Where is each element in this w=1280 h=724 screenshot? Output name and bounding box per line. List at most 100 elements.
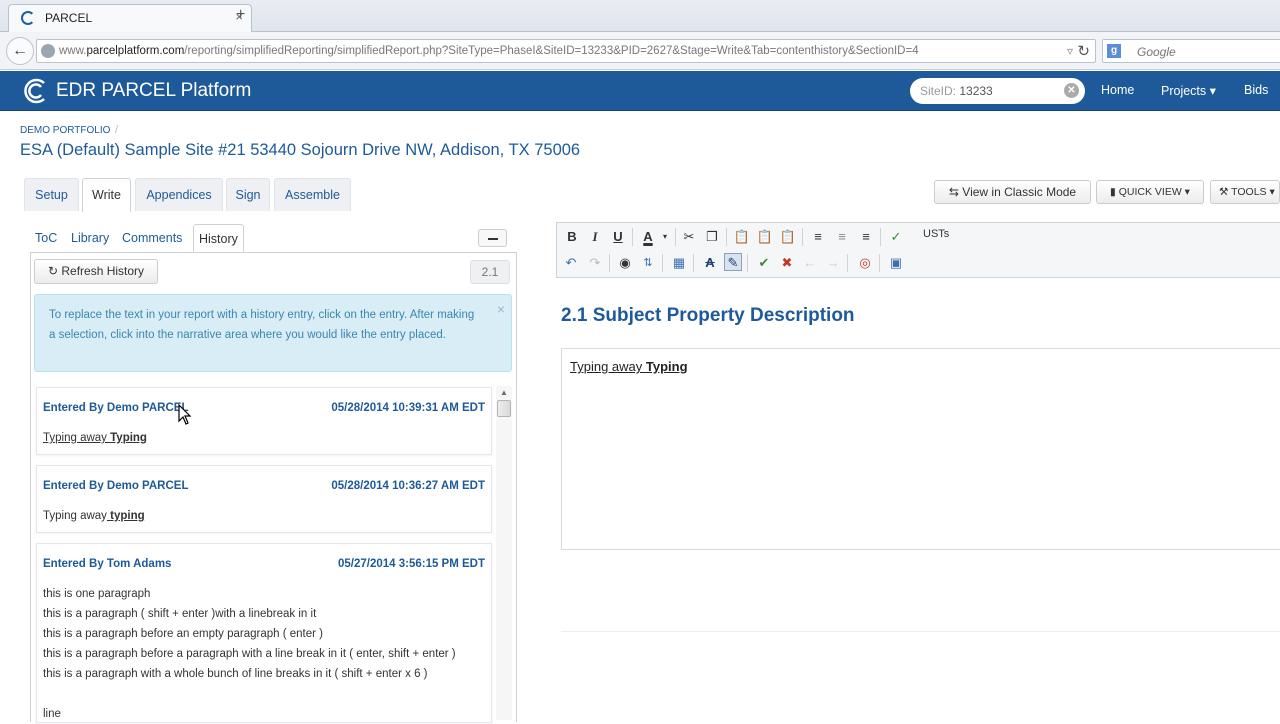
- search-placeholder: Google: [1137, 45, 1176, 59]
- entry-author: Entered By Demo PARCEL: [43, 480, 189, 492]
- collapse-panel-button[interactable]: [478, 229, 507, 247]
- view-classic-mode-button[interactable]: ⇆ View in Classic Mode: [934, 180, 1091, 204]
- nav-bids[interactable]: Bids: [1244, 83, 1268, 97]
- google-icon: g: [1107, 44, 1121, 58]
- entry-text: Typing away typing: [43, 510, 145, 522]
- quick-view-button[interactable]: ▮ QUICK VIEW ▾: [1096, 180, 1204, 204]
- entry-timestamp: 05/27/2014 3:56:15 PM EDT: [337, 558, 485, 570]
- siteid-value: 13233: [959, 84, 993, 98]
- parcel-logo-icon: [24, 78, 45, 104]
- minus-icon: [488, 238, 498, 240]
- url-text: www.parcelplatform.com/reporting/simplif…: [59, 45, 919, 57]
- find-icon[interactable]: ◉: [616, 254, 634, 272]
- wrench-icon: ⚒: [1219, 186, 1229, 198]
- accept-change-icon[interactable]: ✔: [755, 254, 773, 272]
- mouse-cursor-icon: [178, 404, 192, 425]
- history-scrollbar[interactable]: [496, 386, 512, 720]
- new-tab-button[interactable]: +: [236, 6, 245, 24]
- entry-timestamp: 05/28/2014 10:36:27 AM EDT: [331, 480, 485, 492]
- italic-icon[interactable]: I: [586, 228, 604, 246]
- font-color-dropdown-icon[interactable]: ▾: [656, 228, 674, 246]
- redo-icon[interactable]: ↷: [586, 254, 604, 272]
- paste-text-icon[interactable]: 📋: [756, 228, 774, 246]
- close-alert-icon[interactable]: ×: [497, 301, 505, 317]
- entry-author: Entered By Tom Adams: [43, 558, 172, 570]
- caret-down-icon: ▾: [1269, 186, 1275, 198]
- narrative-editor[interactable]: Typing away Typing: [561, 348, 1280, 550]
- siteid-filter[interactable]: SiteID: 13233 ✕: [910, 78, 1085, 104]
- bold-icon[interactable]: B: [563, 228, 581, 246]
- back-arrow-icon[interactable]: ←: [6, 37, 34, 65]
- section-heading: 2.1 Subject Property Description: [561, 305, 855, 326]
- tab-assemble[interactable]: Assemble: [274, 178, 351, 211]
- replace-icon[interactable]: ⇅: [639, 254, 657, 272]
- underline-icon[interactable]: U: [609, 228, 627, 246]
- track-changes-icon[interactable]: ✎: [724, 253, 742, 271]
- paste-word-icon[interactable]: 📋: [779, 228, 797, 246]
- strikethrough-icon[interactable]: A: [701, 254, 719, 272]
- browser-navbar: ← www.parcelplatform.com/reporting/simpl…: [0, 32, 1280, 70]
- history-entry[interactable]: Entered By Tom Adams 05/27/2014 3:56:15 …: [36, 543, 492, 723]
- clear-siteid-icon[interactable]: ✕: [1064, 83, 1079, 98]
- tab-appendices[interactable]: Appendices: [135, 178, 223, 211]
- reject-change-icon[interactable]: ✖: [778, 254, 796, 272]
- tab-toc[interactable]: ToC: [30, 224, 62, 252]
- browser-tab[interactable]: PARCEL ×: [8, 4, 252, 32]
- brand-title[interactable]: EDR PARCEL Platform: [56, 80, 251, 102]
- siteid-label: SiteID:: [920, 84, 957, 98]
- tab-history[interactable]: History: [193, 224, 244, 252]
- tab-library[interactable]: Library: [66, 224, 114, 252]
- editor-toolbar: B I U A ▾ ✂ ❐ 📋 📋 📋 ≡ ≡ ≡ ✓ USTs ↶ ↷ ◉ ⇅…: [556, 222, 1280, 278]
- scroll-up-arrow-icon[interactable]: ▲: [500, 388, 508, 397]
- browser-tab-title: PARCEL: [45, 11, 93, 25]
- section-number-badge: 2.1: [470, 260, 510, 284]
- bulleted-list-icon[interactable]: ≡: [809, 228, 827, 246]
- calendar-icon[interactable]: ▦: [670, 254, 688, 272]
- next-change-icon[interactable]: →: [824, 254, 842, 272]
- copy-icon[interactable]: ❐: [703, 228, 721, 246]
- tab-setup[interactable]: Setup: [24, 178, 79, 211]
- dropdown-arrow-icon[interactable]: ▿: [1067, 44, 1073, 58]
- nav-home[interactable]: Home: [1101, 83, 1134, 97]
- entry-text: this is one paragraph this is a paragrap…: [43, 588, 456, 720]
- prev-change-icon[interactable]: ←: [801, 254, 819, 272]
- address-bar[interactable]: www.parcelplatform.com/reporting/simplif…: [36, 39, 1096, 63]
- refresh-icon: ↻: [47, 264, 59, 278]
- parcel-favicon-icon: [21, 11, 35, 25]
- entry-text: Typing away Typing: [43, 432, 147, 444]
- info-alert: To replace the text in your report with …: [34, 294, 512, 372]
- breadcrumb[interactable]: DEMO PORTFOLIO: [20, 125, 110, 136]
- save-icon[interactable]: ▣: [887, 254, 905, 272]
- cut-icon[interactable]: ✂: [680, 228, 698, 246]
- search-bar[interactable]: g Google: [1102, 39, 1280, 63]
- indent-icon[interactable]: ≡: [857, 228, 875, 246]
- undo-icon[interactable]: ↶: [562, 254, 580, 272]
- page-title: ESA (Default) Sample Site #21 53440 Sojo…: [20, 141, 581, 159]
- info-message: To replace the text in your report with …: [49, 309, 475, 341]
- editor-content[interactable]: Typing away Typing: [570, 359, 688, 374]
- font-color-icon[interactable]: A: [639, 228, 657, 246]
- tab-write[interactable]: Write: [82, 178, 131, 212]
- refresh-history-button[interactable]: ↻ Refresh History: [34, 259, 158, 284]
- reload-icon[interactable]: ↻: [1077, 42, 1090, 60]
- help-lifebuoy-icon[interactable]: ◎: [856, 254, 874, 272]
- breadcrumb-separator: /: [115, 124, 119, 136]
- usts-button[interactable]: USTs: [923, 228, 949, 240]
- tab-sign[interactable]: Sign: [226, 178, 270, 211]
- paste-icon[interactable]: 📋: [733, 228, 751, 246]
- divider: [561, 631, 1280, 632]
- app-header: EDR PARCEL Platform SiteID: 13233 ✕ Home…: [0, 71, 1280, 111]
- outdent-icon[interactable]: ≡: [833, 228, 851, 246]
- document-icon: ▮: [1110, 186, 1116, 198]
- globe-icon: [41, 44, 55, 58]
- browser-tabbar: PARCEL × +: [0, 0, 1280, 32]
- caret-down-icon: ▾: [1184, 186, 1190, 198]
- entry-timestamp: 05/28/2014 10:39:31 AM EDT: [331, 402, 485, 414]
- spellcheck-icon[interactable]: ✓: [887, 228, 905, 246]
- nav-projects[interactable]: Projects ▾: [1161, 83, 1216, 98]
- scrollbar-thumb[interactable]: [497, 400, 511, 417]
- tools-button[interactable]: ⚒ TOOLS ▾: [1210, 180, 1280, 204]
- history-entry[interactable]: Entered By Demo PARCEL 05/28/2014 10:36:…: [36, 465, 492, 533]
- history-entry[interactable]: Entered By Demo PARCEL 05/28/2014 10:39:…: [36, 387, 492, 455]
- tab-comments[interactable]: Comments: [117, 224, 187, 252]
